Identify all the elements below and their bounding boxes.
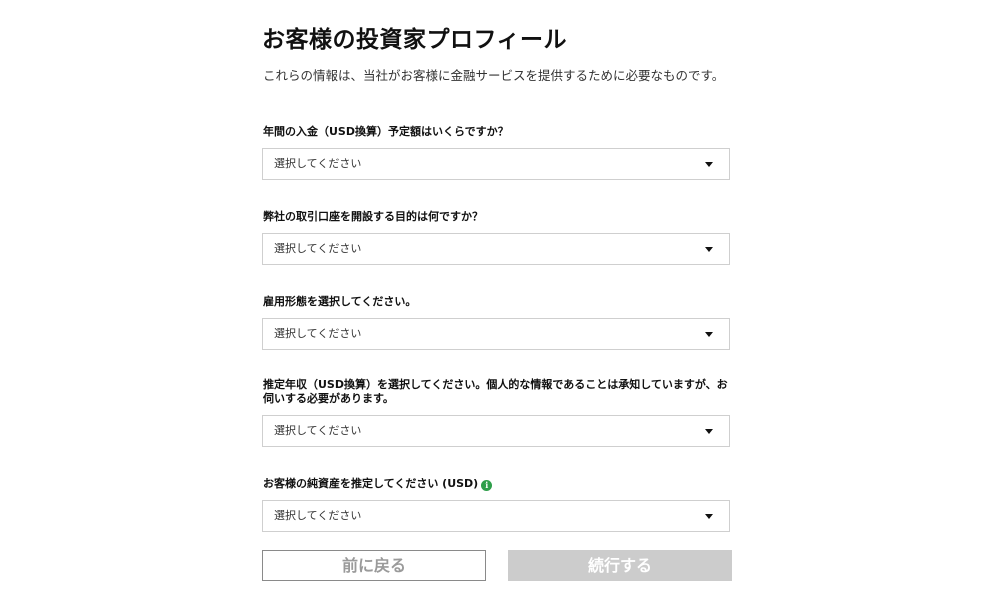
info-icon[interactable]: i [481,480,493,491]
investor-profile-page: お客様の投資家プロフィール これらの情報は、当社がお客様に金融サービスを提供する… [0,0,1000,600]
net-worth-select[interactable]: 選択してください [262,500,730,532]
account-purpose-select[interactable]: 選択してください [262,233,730,265]
back-button[interactable]: 前に戻る [262,550,486,581]
net-worth-label: お客様の純資産を推定してください (USD) i [263,477,738,491]
select-placeholder: 選択してください [274,424,362,437]
employment-status-label: 雇用形態を選択してください。 [263,295,417,308]
select-placeholder: 選択してください [274,509,362,522]
annual-deposit-select[interactable]: 選択してください [262,148,730,180]
select-placeholder: 選択してください [274,327,362,340]
select-placeholder: 選択してください [274,242,362,255]
caret-down-icon [705,332,713,337]
select-placeholder: 選択してください [274,157,362,170]
caret-down-icon [705,514,713,519]
annual-income-select[interactable]: 選択してください [262,415,730,447]
page-title: お客様の投資家プロフィール [262,27,568,53]
employment-status-select[interactable]: 選択してください [262,318,730,350]
annual-income-label: 推定年収（USD換算）を選択してください。個人的な情報であることは承知しています… [263,378,728,405]
page-subtitle: これらの情報は、当社がお客様に金融サービスを提供するために必要なものです。 [263,68,725,83]
annual-deposit-label: 年間の入金（USD換算）予定額はいくらですか？ [263,125,509,138]
net-worth-label-text: お客様の純資産を推定してください (USD) [263,477,479,490]
caret-down-icon [705,429,713,434]
continue-button[interactable]: 続行する [508,550,732,581]
caret-down-icon [705,162,713,167]
account-purpose-label: 弊社の取引口座を開設する目的は何ですか？ [263,210,483,223]
caret-down-icon [705,247,713,252]
